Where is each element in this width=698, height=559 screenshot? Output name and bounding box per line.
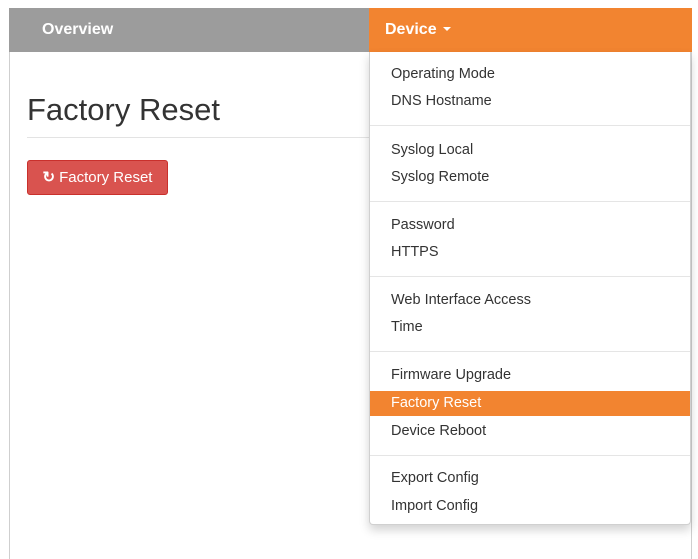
device-dropdown-menu: Operating Mode DNS Hostname Syslog Local… (369, 52, 691, 525)
menu-item-label: Device Reboot (391, 423, 487, 439)
caret-down-icon (443, 26, 452, 31)
menu-divider (370, 201, 690, 202)
menu-divider (370, 125, 690, 126)
menu-item-import-config[interactable]: Import Config (370, 494, 690, 519)
nav-device-label: Device (385, 21, 437, 38)
menu-item-label: Web Interface Access (391, 292, 531, 308)
menu-item-syslog-local[interactable]: Syslog Local (370, 138, 690, 163)
page-title: Factory Reset (27, 92, 220, 127)
menu-item-label: Syslog Remote (391, 169, 490, 185)
menu-item-firmware-upgrade[interactable]: Firmware Upgrade (370, 363, 690, 388)
nav-device-dropdown-toggle[interactable]: Device (369, 8, 692, 52)
menu-item-password[interactable]: Password (370, 213, 690, 238)
menu-item-label: DNS Hostname (391, 93, 492, 109)
menu-divider (370, 276, 690, 277)
top-navbar: Overview Device (9, 8, 692, 52)
menu-item-https[interactable]: HTTPS (370, 240, 690, 265)
menu-item-web-interface-access[interactable]: Web Interface Access (370, 288, 690, 313)
menu-item-label: Factory Reset (391, 395, 482, 411)
menu-item-label: Operating Mode (391, 66, 495, 82)
nav-overview-label: Overview (42, 21, 114, 38)
menu-divider (370, 351, 690, 352)
title-divider (27, 137, 377, 138)
factory-reset-button[interactable]: ↻ Factory Reset (27, 160, 168, 195)
nav-overview[interactable]: Overview (9, 8, 369, 52)
menu-item-label: Syslog Local (391, 142, 474, 158)
menu-item-operating-mode[interactable]: Operating Mode (370, 62, 690, 87)
menu-item-label: Password (391, 217, 455, 233)
menu-item-device-reboot[interactable]: Device Reboot (370, 419, 690, 444)
menu-item-label: HTTPS (391, 244, 439, 260)
menu-item-factory-reset[interactable]: Factory Reset (370, 391, 690, 416)
menu-item-label: Import Config (391, 498, 479, 514)
menu-item-label: Time (391, 319, 423, 335)
menu-item-label: Export Config (391, 470, 479, 486)
menu-divider (370, 455, 690, 456)
menu-item-time[interactable]: Time (370, 315, 690, 340)
menu-item-label: Firmware Upgrade (391, 367, 512, 383)
menu-item-export-config[interactable]: Export Config (370, 466, 690, 491)
refresh-icon: ↻ (42, 169, 56, 186)
factory-reset-button-label: Factory Reset (59, 169, 153, 186)
menu-item-dns-hostname[interactable]: DNS Hostname (370, 89, 690, 114)
menu-item-syslog-remote[interactable]: Syslog Remote (370, 165, 690, 190)
